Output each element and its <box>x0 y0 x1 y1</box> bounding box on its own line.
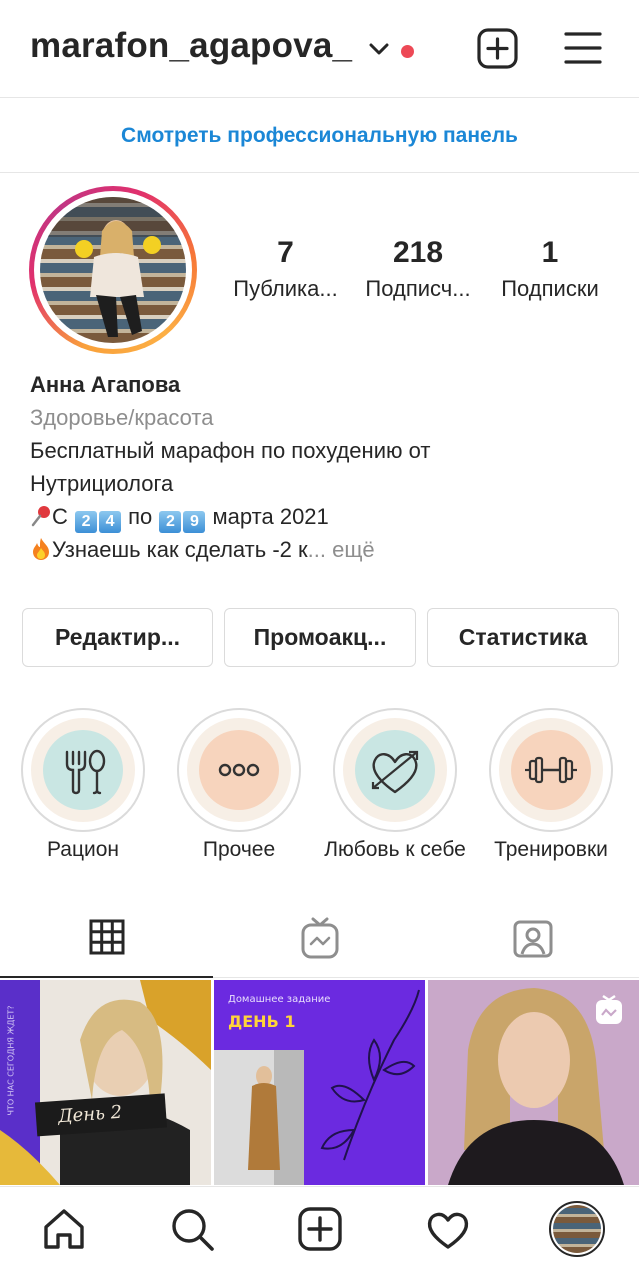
post-caption: День 2 <box>57 1101 123 1128</box>
create-post-icon[interactable] <box>296 1205 344 1253</box>
account-switcher-username[interactable]: marafon_agapova_ <box>30 26 352 66</box>
highlight-label: Рацион <box>46 838 120 861</box>
menu-icon[interactable] <box>564 30 602 66</box>
profile-tabs <box>0 898 639 978</box>
igtv-badge-icon <box>596 994 622 1024</box>
bio-dates-line: С 24 по 29 марта 2021 <box>30 500 620 533</box>
more-link[interactable]: ... ещё <box>308 537 375 562</box>
post-image <box>0 980 211 1185</box>
insights-button[interactable]: Статистика <box>427 608 619 667</box>
professional-dashboard-label: Смотреть профессиональную панель <box>121 123 518 147</box>
post-side-text: ЧТО НАС СЕГОДНЯ ЖДЕТ? <box>6 1005 16 1116</box>
following-count-stat[interactable]: 1 Подписки <box>490 236 610 302</box>
notification-dot <box>401 45 414 58</box>
bottom-navigation <box>0 1186 639 1280</box>
tagged-person-icon <box>513 920 552 958</box>
profile-category: Здоровье/красота <box>30 405 214 430</box>
post-caption: ДЕНЬ 1 <box>228 1012 296 1031</box>
highlight-label: Тренировки <box>494 838 608 861</box>
following-label: Подписки <box>501 276 599 301</box>
keycap-digit: 2 <box>159 511 182 533</box>
keycap-digit: 2 <box>75 511 98 533</box>
following-count: 1 <box>541 236 559 269</box>
search-icon[interactable] <box>168 1205 216 1253</box>
top-bar: marafon_agapova_ <box>0 0 639 98</box>
fork-spoon-icon <box>65 749 106 795</box>
home-icon[interactable] <box>40 1205 88 1253</box>
highlight-label: Любовь к себе <box>324 838 466 861</box>
posts-grid: День 2 ЧТО НАС СЕГОДНЯ ЖДЕТ? Домашнее за… <box>0 980 639 1185</box>
activity-heart-icon[interactable] <box>424 1205 472 1253</box>
followers-label: Подписч... <box>365 276 471 301</box>
keycap-digit: 4 <box>99 511 122 533</box>
bio-line: Бесплатный марафон по похудению от <box>30 438 431 463</box>
promotions-button[interactable]: Промоакц... <box>224 608 416 667</box>
bio-line: Нутрициолога <box>30 471 174 496</box>
posts-label: Публика... <box>233 276 338 301</box>
post-image <box>214 980 425 1185</box>
professional-dashboard-link[interactable]: Смотреть профессиональную панель <box>0 99 639 173</box>
post-subtitle: Домашнее задание <box>228 994 331 1005</box>
new-post-icon[interactable] <box>477 28 518 69</box>
pushpin-icon <box>31 506 50 527</box>
story-highlight-other[interactable]: Прочее <box>177 708 301 868</box>
edit-profile-button[interactable]: Редактир... <box>22 608 213 667</box>
post-thumbnail[interactable] <box>428 980 639 1185</box>
dumbbell-icon <box>525 756 577 784</box>
chevron-down-icon[interactable] <box>368 40 390 58</box>
story-highlight-nutrition[interactable]: Рацион <box>21 708 145 868</box>
profile-stats: 7 Публика... 218 Подписч... 1 Подписки <box>220 236 620 316</box>
profile-avatar[interactable] <box>29 186 197 354</box>
tab-igtv[interactable] <box>213 898 426 978</box>
posts-count-stat[interactable]: 7 Публика... <box>228 236 343 302</box>
story-highlight-workouts[interactable]: Тренировки <box>489 708 613 868</box>
story-highlight-self-love[interactable]: Любовь к себе <box>324 708 466 868</box>
profile-name: Анна Агапова <box>30 372 181 397</box>
profile-tab-avatar[interactable] <box>549 1201 605 1257</box>
igtv-icon <box>301 917 338 959</box>
heart-arrow-icon <box>371 750 419 794</box>
posts-count: 7 <box>277 236 294 269</box>
bio-truncated-line: Узнаешь как сделать -2 к... ещё <box>30 533 620 566</box>
tab-tagged[interactable] <box>426 898 639 978</box>
three-dots-icon <box>218 763 260 777</box>
highlight-label: Прочее <box>202 838 276 861</box>
keycap-digit: 9 <box>183 511 206 533</box>
followers-count-stat[interactable]: 218 Подписч... <box>356 236 480 302</box>
tab-posts-grid[interactable] <box>0 898 213 978</box>
fire-icon <box>33 538 49 560</box>
followers-count: 218 <box>392 236 444 269</box>
profile-bio: Анна Агапова Здоровье/красота Бесплатный… <box>30 368 620 566</box>
grid-icon <box>89 919 124 955</box>
post-thumbnail[interactable]: День 2 ЧТО НАС СЕГОДНЯ ЖДЕТ? <box>0 980 211 1185</box>
post-thumbnail[interactable]: Домашнее задание ДЕНЬ 1 <box>214 980 425 1185</box>
avatar-photo <box>40 197 186 343</box>
